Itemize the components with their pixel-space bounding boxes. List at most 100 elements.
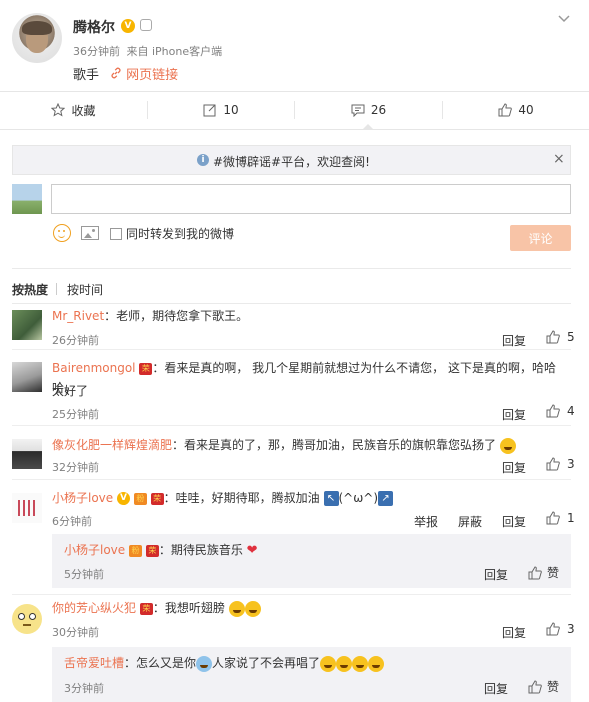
arrow-emoji-icon: ↗ bbox=[378, 491, 394, 506]
thumbs-up-icon bbox=[546, 457, 560, 471]
comment-time: 6分钟前 bbox=[52, 515, 92, 528]
comment-divider bbox=[12, 594, 571, 595]
verified-badge-icon: V bbox=[121, 19, 135, 33]
comment-like-button[interactable]: 3 bbox=[546, 622, 575, 636]
star-icon bbox=[51, 103, 66, 117]
red-badge-icon: 荣 bbox=[150, 492, 164, 505]
report-button[interactable]: 举报 bbox=[414, 513, 438, 530]
tab-sort-hot[interactable]: 按热度 bbox=[12, 281, 48, 298]
heart-icon: ❤ bbox=[246, 543, 258, 558]
commenter-avatar[interactable] bbox=[12, 310, 42, 340]
comment-input[interactable] bbox=[51, 184, 571, 214]
commenter-name[interactable]: 你的芳心纵火犯 bbox=[52, 601, 136, 615]
info-icon: i bbox=[197, 154, 209, 166]
notice-text[interactable]: #微博辟谣#平台，欢迎查阅! bbox=[213, 153, 370, 170]
comment-body-tail: (^ω^) bbox=[338, 491, 379, 505]
red-badge-icon: 荣 bbox=[145, 544, 159, 557]
reply-like-button[interactable]: 赞 bbox=[528, 678, 559, 695]
like-button[interactable]: 40 bbox=[443, 92, 589, 128]
like-count: 40 bbox=[518, 103, 534, 117]
comment-text: Mr_Rivet：老师，期待您拿下歌王。 bbox=[52, 306, 248, 326]
shocked-emoji-icon bbox=[228, 600, 245, 617]
comment-like-button[interactable]: 4 bbox=[546, 404, 575, 418]
reply-body-tail: 人家说了不会再唱了 bbox=[212, 656, 321, 670]
reply-button[interactable]: 回复 bbox=[502, 624, 526, 641]
thumbs-up-icon bbox=[498, 103, 513, 117]
submit-comment-button[interactable]: 评论 bbox=[510, 225, 571, 251]
current-user-avatar bbox=[12, 184, 42, 214]
comment-like-button[interactable]: 5 bbox=[546, 330, 575, 344]
reply-button[interactable]: 回复 bbox=[502, 332, 526, 349]
reply-time: 5分钟前 bbox=[64, 568, 104, 581]
favorite-label: 收藏 bbox=[71, 103, 96, 118]
thumbs-up-icon bbox=[546, 622, 560, 636]
web-link-label: 网页链接 bbox=[126, 68, 179, 83]
chevron-down-icon[interactable] bbox=[558, 12, 570, 26]
close-icon[interactable]: × bbox=[553, 151, 565, 167]
laugh-cry-emoji-icon bbox=[320, 655, 337, 672]
reply-body: ：怎么又是你 bbox=[124, 656, 197, 670]
reply-button[interactable]: 回复 bbox=[502, 406, 526, 423]
comment-time: 26分钟前 bbox=[52, 334, 99, 347]
commenter-name[interactable]: 像灰化肥一样辉煌滴肥 bbox=[52, 438, 172, 452]
comment-text: 你的芳心纵火犯 荣：我想听翅膀 bbox=[52, 598, 261, 618]
comment-like-count: 3 bbox=[567, 457, 575, 471]
verified-badge-icon: V bbox=[117, 492, 130, 505]
comment-body-continued: 太好了 bbox=[52, 384, 89, 398]
web-link[interactable]: 网页链接 bbox=[110, 64, 178, 83]
shocked-emoji-icon bbox=[244, 600, 261, 617]
commenter-avatar[interactable] bbox=[12, 362, 42, 392]
repost-checkbox-label[interactable]: 同时转发到我的微博 bbox=[126, 225, 234, 242]
laugh-cry-emoji-icon bbox=[368, 655, 385, 672]
comment-count: 26 bbox=[370, 103, 387, 117]
commenter-avatar[interactable] bbox=[12, 493, 42, 523]
repost-button[interactable]: 10 bbox=[148, 92, 294, 128]
commenter-avatar[interactable] bbox=[12, 604, 42, 634]
block-button[interactable]: 屏蔽 bbox=[458, 513, 482, 530]
replier-name[interactable]: 小杨子love bbox=[64, 543, 125, 557]
commenter-name[interactable]: Mr_Rivet bbox=[52, 309, 104, 323]
thumbs-up-icon bbox=[546, 511, 560, 525]
comment-like-count: 1 bbox=[567, 511, 575, 525]
reply-body: ：期待民族音乐 bbox=[158, 543, 243, 557]
reply-button[interactable]: 回复 bbox=[502, 513, 526, 530]
laugh-cry-emoji-icon bbox=[336, 655, 353, 672]
divider-bottom bbox=[0, 129, 589, 130]
author-avatar[interactable] bbox=[12, 13, 62, 63]
comment-like-count: 4 bbox=[567, 404, 575, 418]
reply-reply-button[interactable]: 回复 bbox=[484, 680, 508, 697]
notice-link[interactable]: #微博辟谣#平台，欢迎查阅! bbox=[213, 155, 370, 169]
reply-like-button[interactable]: 赞 bbox=[528, 564, 559, 581]
comment-like-count: 5 bbox=[567, 330, 575, 344]
comment-time: 30分钟前 bbox=[52, 626, 99, 639]
commenter-name[interactable]: 小杨子love bbox=[52, 491, 113, 505]
post-source: 来自 iPhone客户端 bbox=[126, 45, 223, 58]
replier-name[interactable]: 舌帝爱吐槽 bbox=[64, 656, 124, 670]
comment-body: ：老师，期待您拿下歌王。 bbox=[104, 309, 249, 323]
thumbs-up-icon bbox=[546, 330, 560, 344]
comment-divider bbox=[12, 425, 571, 426]
comment-body: ：看来是真的了，那，腾哥加油，民族音乐的旗帜靠您弘扬了 bbox=[172, 438, 497, 452]
emoji-picker-icon[interactable] bbox=[53, 224, 71, 242]
image-upload-icon[interactable] bbox=[81, 226, 99, 240]
post-time[interactable]: 36分钟前 bbox=[73, 45, 120, 58]
post-meta: 36分钟前 来自 iPhone客户端 bbox=[73, 43, 222, 59]
reply-reply-button[interactable]: 回复 bbox=[484, 566, 508, 583]
commenter-avatar[interactable] bbox=[12, 439, 42, 469]
thumbs-up-icon bbox=[546, 404, 560, 418]
reply-box: 小杨子love 粉 荣：期待民族音乐 ❤ 5分钟前 回复 赞 bbox=[52, 534, 571, 588]
comment-button[interactable]: 26 bbox=[295, 92, 442, 128]
red-badge-icon: 荣 bbox=[139, 602, 153, 615]
reply-text: 舌帝爱吐槽：怎么又是你 人家说了不会再唱了 bbox=[64, 654, 385, 672]
comment-like-button[interactable]: 1 bbox=[546, 511, 575, 525]
repost-checkbox[interactable] bbox=[110, 228, 122, 240]
reply-text: 小杨子love 粉 荣：期待民族音乐 ❤ bbox=[64, 541, 258, 558]
comment-text: 像灰化肥一样辉煌滴肥：看来是真的了，那，腾哥加油，民族音乐的旗帜靠您弘扬了 bbox=[52, 435, 516, 455]
commenter-name[interactable]: Bairenmongol bbox=[52, 361, 136, 375]
tab-sort-time[interactable]: 按时间 bbox=[67, 281, 103, 298]
comment-like-button[interactable]: 3 bbox=[546, 457, 575, 471]
reply-button[interactable]: 回复 bbox=[502, 459, 526, 476]
member-icon bbox=[140, 19, 152, 31]
author-name[interactable]: 腾格尔 bbox=[73, 17, 115, 37]
favorite-button[interactable]: 收藏 bbox=[0, 92, 147, 128]
